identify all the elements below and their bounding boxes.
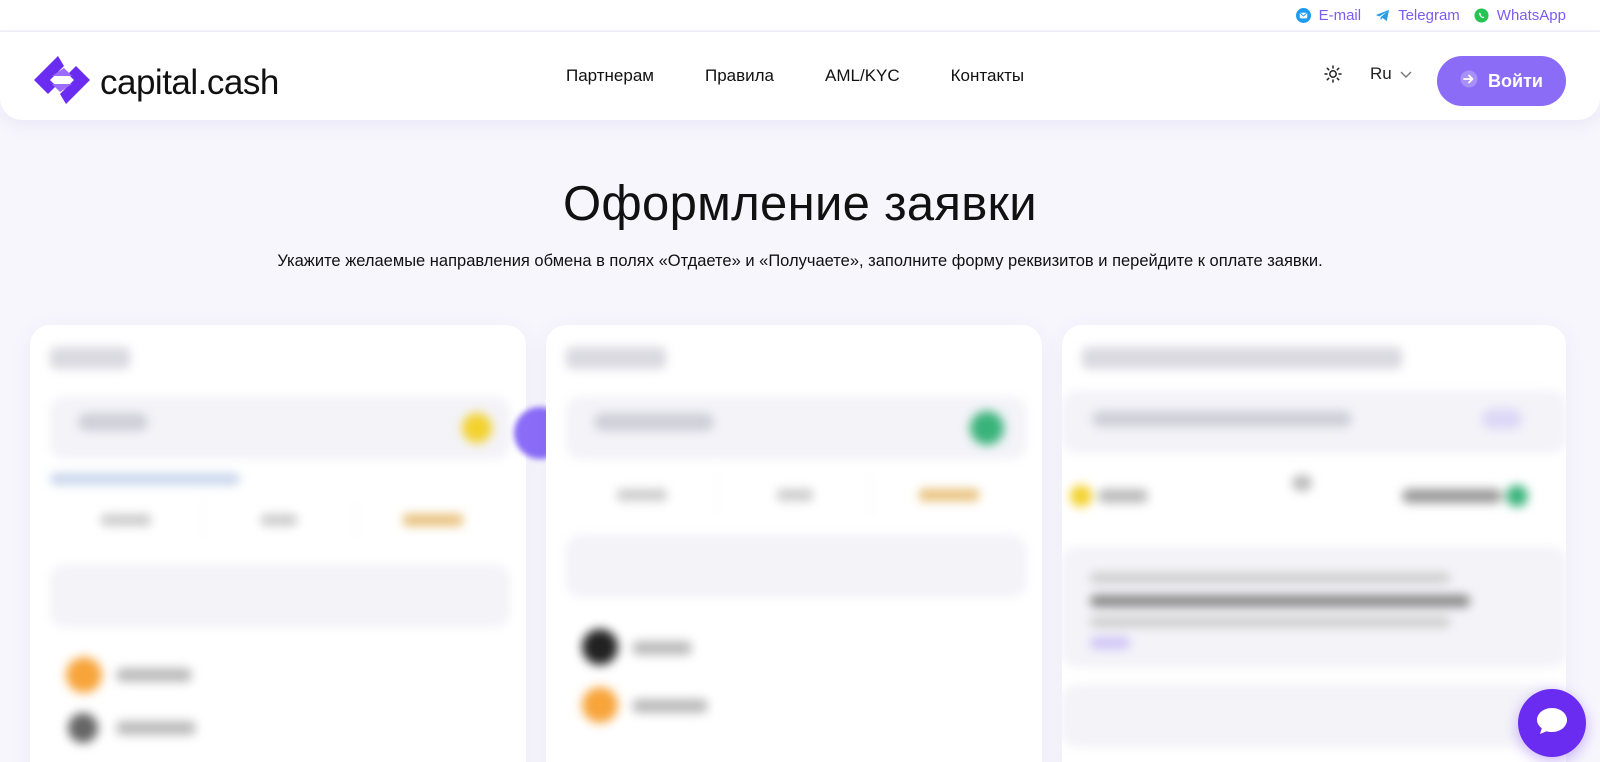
give-card-title <box>50 347 130 369</box>
telegram-icon <box>1375 8 1390 23</box>
chevron-down-icon <box>1400 64 1412 84</box>
receive-card-content <box>546 325 1042 762</box>
give-card <box>30 325 526 762</box>
telegram-link[interactable]: Telegram <box>1375 7 1460 24</box>
telegram-label: Telegram <box>1398 6 1460 24</box>
usdt-icon <box>970 411 1004 445</box>
login-button[interactable]: Войти <box>1437 56 1566 106</box>
filter-chip[interactable] <box>566 475 719 515</box>
arrow-icon <box>1292 475 1312 491</box>
nav-rules[interactable]: Правила <box>705 66 774 86</box>
currency-icon <box>582 629 618 665</box>
receive-card <box>546 325 1042 762</box>
filter-chip[interactable] <box>50 500 203 540</box>
login-label: Войти <box>1488 70 1543 91</box>
rate-badge <box>1482 409 1522 429</box>
receive-filter-chips <box>566 475 1026 515</box>
whatsapp-label: WhatsApp <box>1496 6 1566 24</box>
login-arrow-icon <box>1460 70 1478 93</box>
give-summary-amount <box>1098 489 1148 503</box>
email-field[interactable] <box>1062 685 1566 747</box>
whatsapp-link[interactable]: WhatsApp <box>1474 7 1566 24</box>
nav-partners[interactable]: Партнерам <box>566 66 654 86</box>
page-title: Оформление заявки <box>563 177 1037 231</box>
logo-mark-icon <box>30 54 94 111</box>
currency-name <box>632 699 708 713</box>
bitcoin-icon <box>582 687 618 723</box>
rate-text <box>1092 411 1352 427</box>
amount-placeholder <box>594 413 714 431</box>
currency-name <box>116 721 196 735</box>
filter-chip[interactable] <box>872 475 1026 515</box>
coin-icon <box>462 413 492 443</box>
filter-chip[interactable] <box>203 500 356 540</box>
summary-card <box>1062 325 1566 762</box>
notice-link <box>1090 637 1130 649</box>
sun-icon <box>1324 64 1342 88</box>
nav-contacts[interactable]: Контакты <box>951 66 1024 86</box>
notice-box <box>1062 547 1566 667</box>
language-select[interactable]: Ru <box>1370 64 1412 84</box>
ethereum-icon <box>68 713 98 743</box>
give-card-content <box>30 325 526 762</box>
theme-toggle[interactable] <box>1323 64 1343 88</box>
give-search-field[interactable] <box>50 565 510 627</box>
contact-bar: E-mail Telegram WhatsApp <box>0 0 1600 30</box>
whatsapp-icon <box>1474 7 1489 23</box>
coin-icon <box>1070 485 1092 507</box>
main-nav: Партнерам Правила AML/KYC Контакты <box>566 32 1024 120</box>
receive-summary-amount <box>1402 489 1502 503</box>
rate-link <box>50 473 240 485</box>
notice-line <box>1090 573 1450 583</box>
amount-placeholder <box>78 413 148 431</box>
receive-search-field[interactable] <box>566 535 1026 597</box>
page-subtitle: Укажите желаемые направления обмена в по… <box>277 252 1323 270</box>
usdt-icon <box>1506 485 1528 507</box>
filter-chip[interactable] <box>719 475 872 515</box>
summary-card-title <box>1082 347 1402 369</box>
give-filter-chips <box>50 500 510 540</box>
email-icon <box>1295 7 1311 23</box>
site-header: capital.cash Партнерам Правила AML/KYC К… <box>0 32 1600 120</box>
notice-line <box>1090 617 1450 627</box>
receive-card-title <box>566 347 666 369</box>
chat-button[interactable] <box>1518 689 1586 757</box>
bitcoin-icon <box>66 657 102 693</box>
filter-chip[interactable] <box>356 500 510 540</box>
currency-name <box>632 641 692 655</box>
currency-name <box>116 668 192 682</box>
notice-line <box>1090 595 1470 607</box>
logo[interactable]: capital.cash <box>30 54 279 111</box>
email-label: E-mail <box>1318 6 1362 24</box>
nav-aml-kyc[interactable]: AML/KYC <box>825 66 900 86</box>
summary-card-content <box>1062 325 1566 762</box>
language-value: Ru <box>1370 64 1392 83</box>
brand-name: capital.cash <box>100 62 279 102</box>
chat-bubble-icon <box>1535 706 1569 741</box>
email-link[interactable]: E-mail <box>1295 6 1362 24</box>
